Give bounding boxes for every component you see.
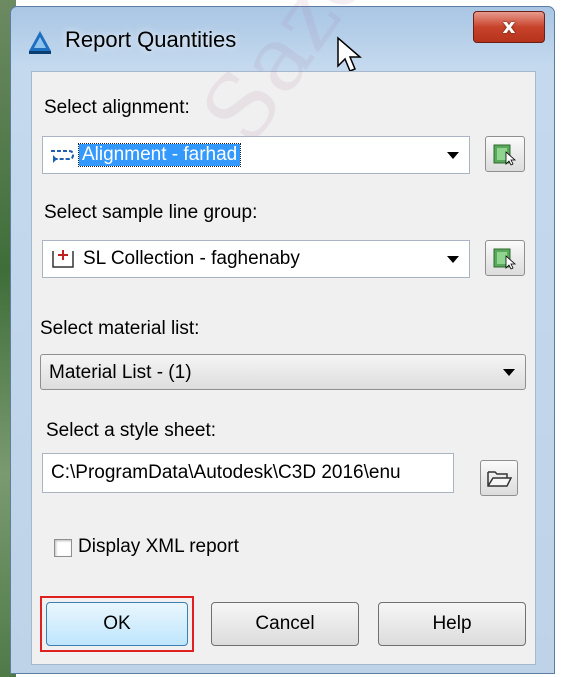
alignment-icon (51, 150, 75, 163)
style-sheet-path-field[interactable]: C:\ProgramData\Autodesk\C3D 2016\enu (42, 453, 454, 493)
alignment-select[interactable]: Alignment - farhad (42, 136, 470, 174)
help-button[interactable]: Help (378, 602, 526, 646)
alignment-value: Alignment - farhad (77, 143, 242, 167)
style-sheet-label: Select a style sheet: (46, 420, 217, 441)
pick-from-drawing-icon (493, 248, 517, 270)
report-quantities-dialog: Report Quantities x Sazeh Select alignme… (10, 0, 555, 674)
close-button[interactable]: x (473, 11, 545, 43)
display-xml-label: Display XML report (78, 536, 239, 557)
folder-open-icon (487, 471, 512, 487)
chevron-down-icon (447, 256, 459, 263)
title-bar[interactable]: Report Quantities x (11, 7, 554, 71)
pick-sample-line-group-button[interactable] (485, 240, 525, 276)
pick-alignment-button[interactable] (485, 136, 525, 172)
style-sheet-path-value: C:\ProgramData\Autodesk\C3D 2016\enu (51, 462, 401, 483)
ok-button[interactable]: OK (46, 602, 188, 646)
alignment-label: Select alignment: (44, 97, 190, 118)
sample-line-group-value: SL Collection - faghenaby (83, 248, 300, 269)
sample-line-group-select[interactable]: SL Collection - faghenaby (42, 240, 470, 278)
cancel-button[interactable]: Cancel (211, 602, 359, 646)
mouse-cursor-icon (337, 36, 363, 72)
chevron-down-icon (503, 369, 515, 376)
dialog-body: Sazeh Select alignment: Alignment - farh… (31, 0, 536, 665)
sample-line-icon (52, 250, 74, 268)
display-xml-checkbox[interactable] (54, 539, 72, 557)
material-list-value: Material List - (1) (49, 362, 192, 383)
autocad-app-icon (29, 31, 51, 54)
browse-style-sheet-button[interactable] (480, 460, 518, 496)
material-list-label: Select material list: (40, 318, 200, 339)
material-list-select[interactable]: Material List - (1) (40, 354, 526, 390)
window-title: Report Quantities (65, 27, 237, 52)
sample-line-group-label: Select sample line group: (44, 202, 258, 223)
pick-from-drawing-icon (493, 144, 517, 166)
close-icon: x (502, 14, 516, 38)
chevron-down-icon (447, 152, 459, 159)
